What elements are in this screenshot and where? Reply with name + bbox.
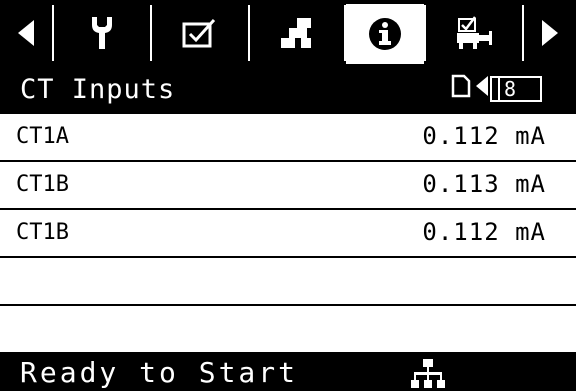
wrench-icon — [92, 17, 112, 49]
page-number: 8 — [498, 77, 517, 101]
row-value: 0.113 mA — [422, 170, 546, 198]
row-label: CT1B — [16, 172, 69, 197]
tab-machine-check[interactable] — [426, 0, 522, 66]
arrow-left-icon — [18, 20, 34, 46]
scroll-left-button[interactable] — [0, 0, 52, 66]
tab-checklist[interactable] — [152, 0, 248, 66]
page-title: CT Inputs — [20, 74, 176, 105]
arrow-right-icon — [542, 20, 558, 46]
list-item[interactable] — [0, 258, 576, 306]
top-toolbar — [0, 0, 576, 66]
ct-input-list: CT1A 0.112 mA CT1B 0.113 mA CT1B 0.112 m… — [0, 114, 576, 352]
page-icon — [451, 74, 471, 98]
scroll-right-button[interactable] — [524, 0, 576, 66]
page-indicator — [451, 74, 490, 98]
status-bar: Ready to Start — [0, 352, 576, 391]
list-item[interactable]: CT1B 0.113 mA — [0, 162, 576, 210]
machine-check-icon — [457, 16, 492, 49]
row-value: 0.112 mA — [422, 218, 546, 246]
screen-header: CT Inputs 8 — [0, 66, 576, 114]
checkbox-icon — [182, 18, 216, 48]
tab-info[interactable] — [346, 4, 424, 64]
info-icon — [369, 18, 401, 50]
list-item[interactable]: CT1B 0.112 mA — [0, 210, 576, 258]
row-label: CT1B — [16, 220, 69, 245]
page-prev-icon[interactable] — [474, 74, 490, 98]
row-label: CT1A — [16, 124, 69, 149]
row-value: 0.112 mA — [422, 122, 546, 150]
tab-network[interactable] — [250, 0, 344, 66]
network-icon — [281, 18, 311, 48]
list-item[interactable]: CT1A 0.112 mA — [0, 114, 576, 162]
network-tree-icon — [411, 359, 445, 388]
page-number-box[interactable]: 8 — [490, 76, 542, 102]
tab-settings[interactable] — [54, 0, 150, 66]
list-item[interactable] — [0, 306, 576, 352]
status-text: Ready to Start — [20, 356, 299, 389]
